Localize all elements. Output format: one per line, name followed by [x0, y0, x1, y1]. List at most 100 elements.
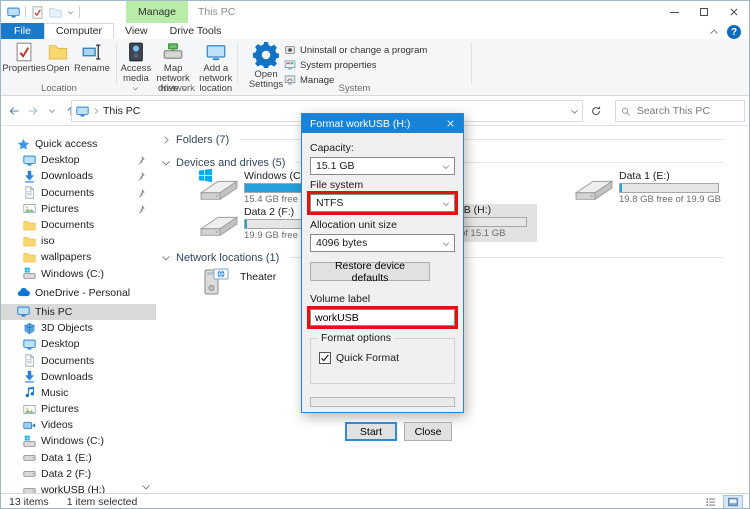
group-label-system: System	[338, 83, 371, 94]
search-input[interactable]	[634, 104, 739, 118]
start-button[interactable]: Start	[345, 422, 397, 441]
forward-icon	[27, 105, 39, 117]
close-button[interactable]	[719, 1, 749, 23]
tab-drive-tools[interactable]: Drive Tools	[159, 23, 233, 39]
open-folder-icon	[48, 42, 68, 62]
maximize-button[interactable]	[689, 1, 719, 23]
drive-icon	[23, 484, 36, 493]
map-drive-icon	[163, 42, 183, 62]
pin-icon[interactable]	[136, 204, 146, 214]
windows-drive-icon	[23, 435, 36, 448]
volume-label-input[interactable]	[307, 306, 458, 329]
drive-tile-data1-e[interactable]: Data 1 (E:) 19.8 GB free of 19.9 GB	[571, 170, 731, 206]
sidebar-item-quick-access[interactable]: Quick access	[1, 136, 156, 152]
large-icons-view-button[interactable]	[723, 495, 743, 508]
new-folder-qat-icon[interactable]	[49, 6, 62, 19]
format-options-group: Format options Quick Format	[310, 332, 455, 384]
sidebar-item-windows-c[interactable]: Windows (C:)	[1, 266, 156, 282]
chevron-right-icon[interactable]	[161, 135, 171, 145]
sidebar-item-onedrive[interactable]: OneDrive - Personal	[1, 285, 156, 301]
chevron-down-icon[interactable]	[161, 253, 171, 263]
quick-format-checkbox[interactable]	[319, 352, 331, 364]
sidebar-item-workusb-h[interactable]: workUSB (H:)	[1, 482, 156, 493]
status-bar: 13 items 1 item selected	[1, 493, 749, 509]
group-label-location: Location	[41, 83, 77, 94]
file-system-select[interactable]: NTFS	[307, 191, 458, 215]
properties-button[interactable]: Properties	[2, 41, 46, 74]
forward-button[interactable]	[24, 102, 41, 120]
chevron-down-icon	[442, 200, 450, 208]
file-explorer-window: Manage This PC File Computer View Drive …	[0, 0, 750, 509]
chevron-down-icon	[48, 107, 56, 115]
gear-icon	[253, 42, 279, 68]
tab-file[interactable]: File	[1, 23, 44, 39]
sidebar-item-iso[interactable]: iso	[1, 233, 156, 249]
allocation-select[interactable]: 4096 bytes	[310, 234, 455, 252]
sidebar-item-data2-f[interactable]: Data 2 (F:)	[1, 466, 156, 482]
tab-view[interactable]: View	[114, 23, 159, 39]
capacity-select[interactable]: 15.1 GB	[310, 157, 455, 175]
ribbon-group-system: Open Settings Uninstall or change a prog…	[238, 39, 471, 95]
close-dialog-button[interactable]: Close	[404, 422, 452, 441]
uninstall-icon	[284, 44, 296, 56]
sidebar-item-data1-e[interactable]: Data 1 (E:)	[1, 450, 156, 466]
sidebar-item-this-pc[interactable]: This PC	[1, 303, 156, 321]
sidebar-item-documents[interactable]: Documents	[1, 185, 156, 201]
titlebar: Manage This PC	[1, 1, 749, 23]
address-dropdown-icon[interactable]	[570, 107, 579, 116]
sidebar-item-documents-folder[interactable]: Documents	[1, 217, 156, 233]
sidebar-item-downloads[interactable]: Downloads	[1, 168, 156, 184]
folder-icon	[23, 219, 36, 232]
cube-icon	[23, 322, 36, 335]
divider	[79, 6, 80, 18]
sidebar-item-videos[interactable]: Videos	[1, 417, 156, 433]
open-button[interactable]: Open	[43, 41, 73, 74]
collapse-ribbon-icon[interactable]	[709, 27, 719, 37]
ribbon-tabs: File Computer View Drive Tools	[1, 23, 749, 39]
desktop-icon	[23, 338, 36, 351]
tab-computer[interactable]: Computer	[43, 23, 115, 39]
navigation-pane: Quick access Desktop Downloads Documents…	[1, 126, 156, 493]
sidebar-item-pictures[interactable]: Pictures	[1, 201, 156, 217]
manage-contextual-tab[interactable]: Manage	[126, 1, 188, 23]
rename-button[interactable]: Rename	[73, 41, 111, 74]
format-progress-bar	[310, 397, 455, 407]
chevron-down-icon[interactable]	[161, 158, 171, 168]
group-label-network: Network	[160, 83, 195, 94]
sidebar-item-downloads-pc[interactable]: Downloads	[1, 369, 156, 385]
sidebar-item-documents-pc[interactable]: Documents	[1, 352, 156, 368]
sidebar-item-wallpapers[interactable]: wallpapers	[1, 249, 156, 265]
pin-icon[interactable]	[136, 171, 146, 181]
sidebar-item-music[interactable]: Music	[1, 385, 156, 401]
breadcrumb-chevron-icon	[92, 107, 100, 115]
restore-defaults-button[interactable]: Restore device defaults	[310, 260, 430, 284]
sidebar-item-desktop[interactable]: Desktop	[1, 152, 156, 168]
quick-access-toolbar	[7, 1, 80, 23]
qat-customize-icon[interactable]	[67, 9, 74, 16]
minimize-button[interactable]	[659, 1, 689, 23]
folder-icon	[23, 235, 36, 248]
drive-icon	[23, 467, 36, 480]
pin-icon[interactable]	[136, 188, 146, 198]
pin-icon[interactable]	[136, 155, 146, 165]
breadcrumb[interactable]: This PC	[103, 105, 140, 117]
desktop-icon	[23, 154, 36, 167]
sidebar-item-desktop-pc[interactable]: Desktop	[1, 336, 156, 352]
properties-qat-icon[interactable]	[31, 6, 44, 19]
sidebar-item-3d-objects[interactable]: 3D Objects	[1, 320, 156, 336]
help-icon[interactable]: ?	[727, 25, 741, 39]
sidebar-scroll-down-icon[interactable]	[140, 482, 152, 492]
refresh-icon	[590, 105, 602, 117]
divider	[25, 6, 26, 18]
system-properties-button[interactable]: System properties	[284, 58, 427, 72]
dialog-titlebar[interactable]: Format workUSB (H:)	[302, 114, 463, 133]
sidebar-item-pictures-pc[interactable]: Pictures	[1, 401, 156, 417]
sidebar-item-windows-c-pc[interactable]: Windows (C:)	[1, 433, 156, 449]
recent-locations-button[interactable]	[43, 102, 60, 120]
properties-icon	[14, 42, 34, 62]
details-view-button[interactable]	[701, 495, 721, 509]
back-button[interactable]	[5, 102, 22, 120]
uninstall-program-button[interactable]: Uninstall or change a program	[284, 43, 427, 57]
refresh-button[interactable]	[587, 103, 605, 119]
dialog-close-button[interactable]	[437, 114, 463, 133]
